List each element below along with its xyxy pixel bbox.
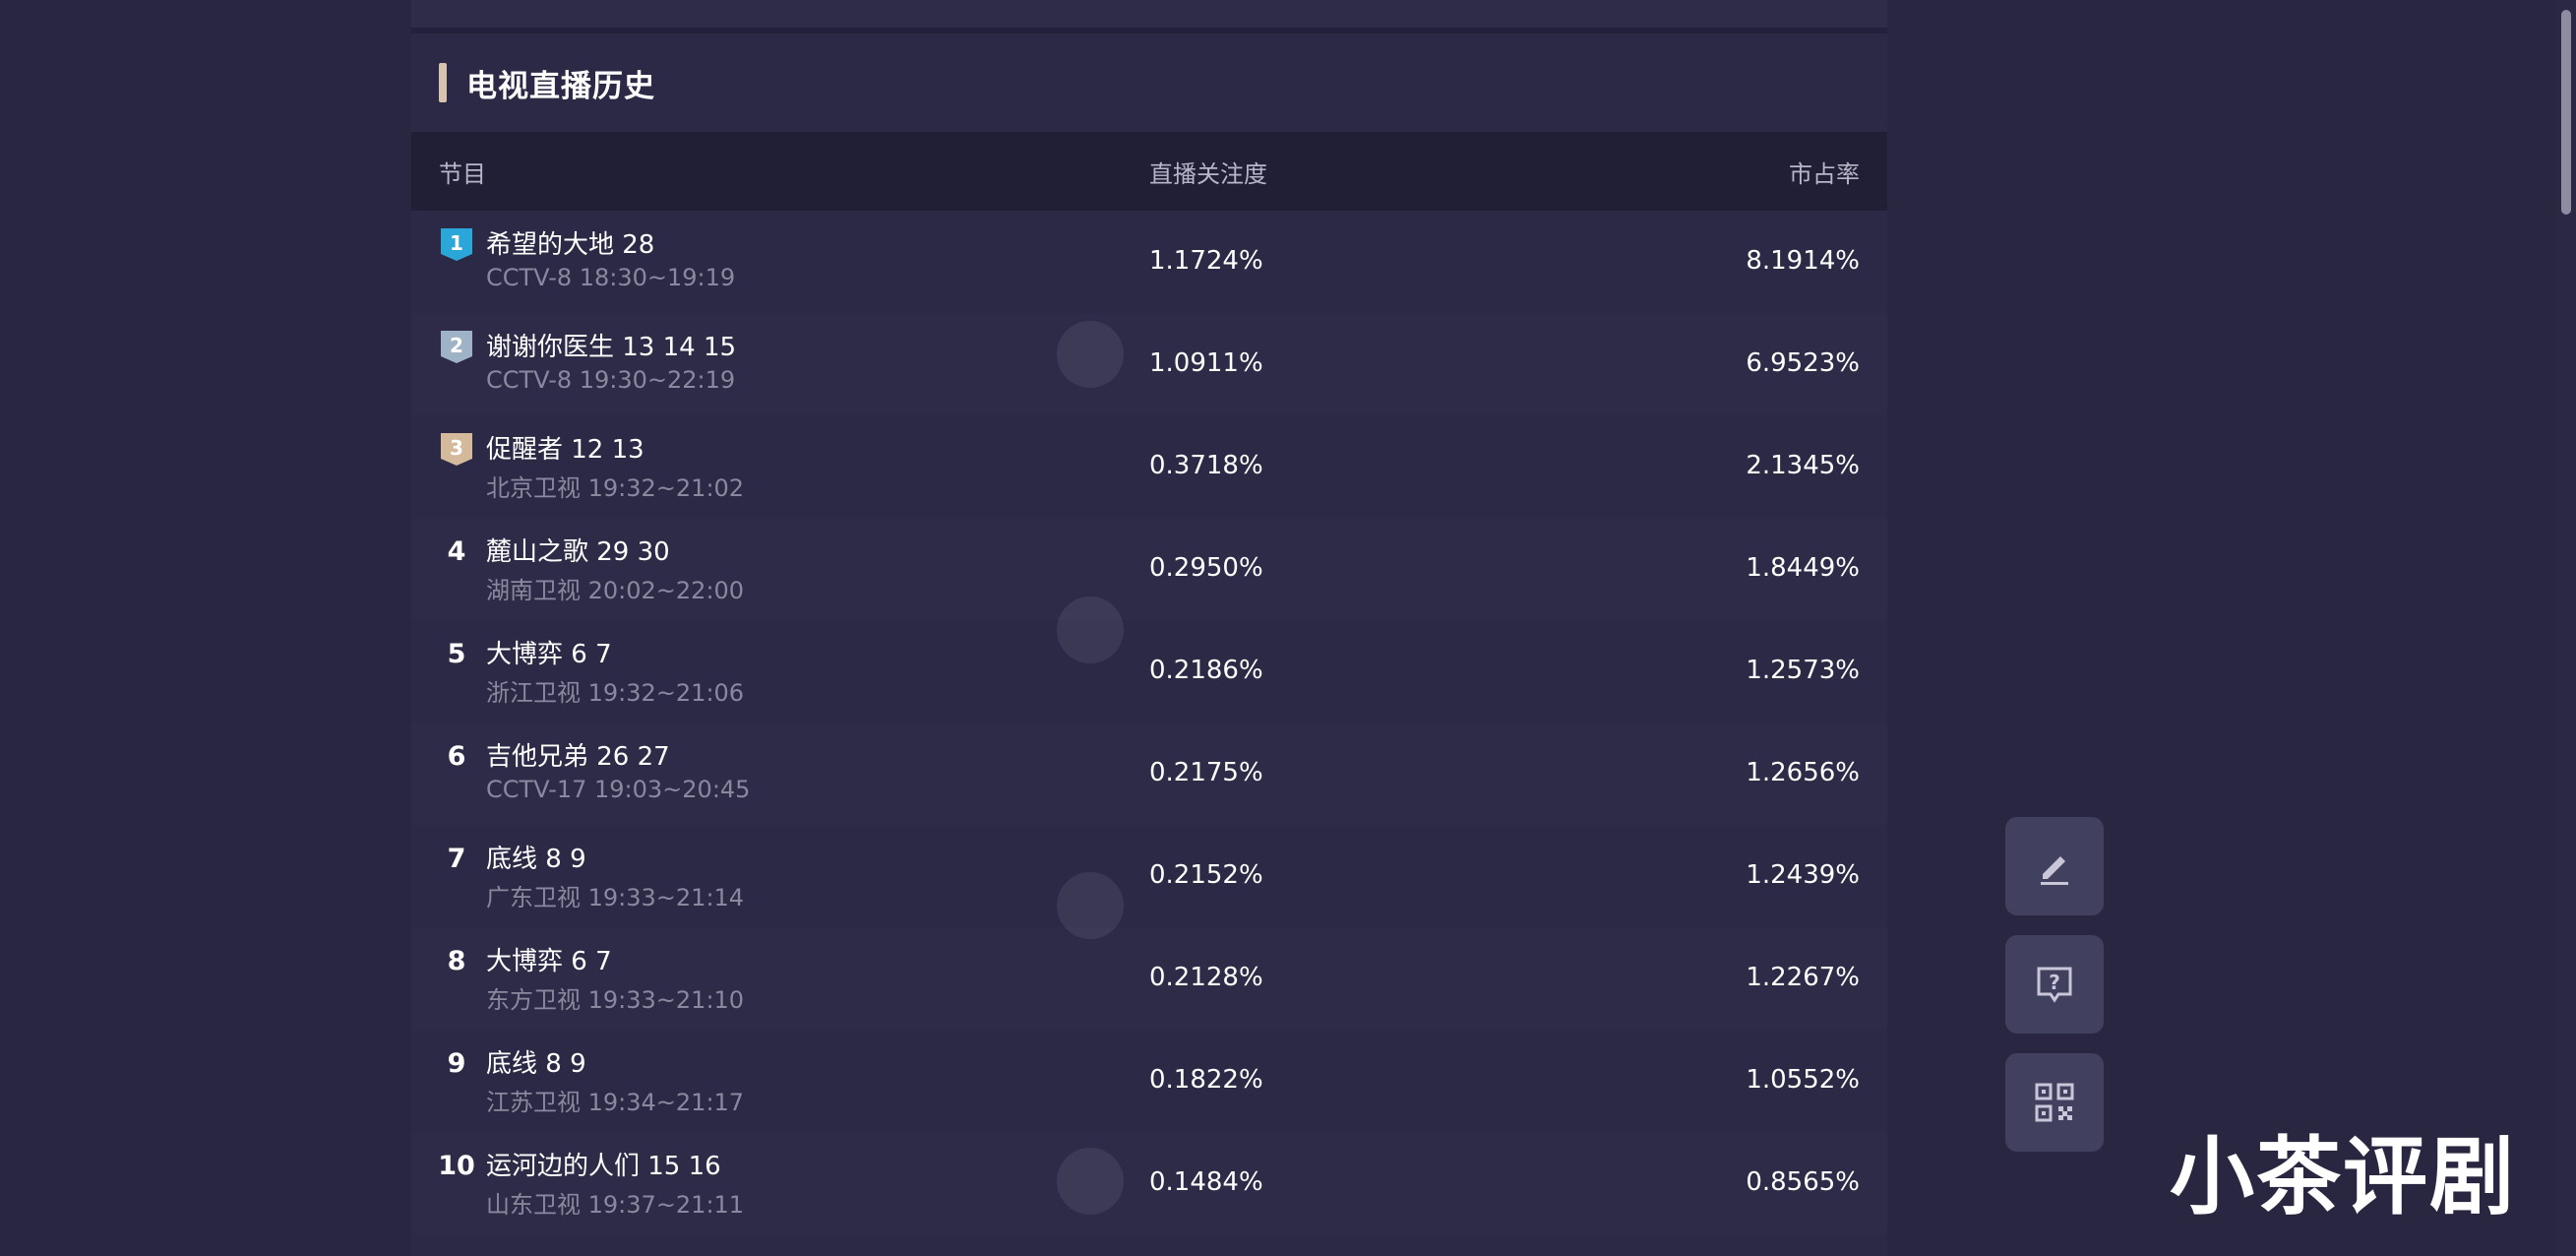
program-channel-time: 东方卫视 19:33~21:10 <box>486 986 745 1014</box>
share-value: 1.2656% <box>1746 758 1860 787</box>
table-body: 1 希望的大地 28 CCTV-8 18:30~19:19 1.1724% 8.1914… <box>411 211 1887 1234</box>
rank-medal-icon: 2 <box>439 329 474 364</box>
share-value: 1.0552% <box>1746 1065 1860 1095</box>
section-title: 电视直播历史 <box>466 68 655 104</box>
rank-number: 1 <box>450 231 463 255</box>
table-row[interactable]: 4 麓山之歌 29 30 湖南卫视 20:02~22:00 0.2950% 1.8449… <box>411 518 1887 620</box>
program-channel-time: CCTV-17 19:03~20:45 <box>486 776 751 803</box>
rank-number: 3 <box>450 436 463 460</box>
program-channel-time: 湖南卫视 20:02~22:00 <box>486 577 745 604</box>
program-channel-time: 浙江卫视 19:32~21:06 <box>486 679 745 707</box>
rank-number: 7 <box>447 843 466 874</box>
table-row[interactable]: 5 大博弈 6 7 浙江卫视 19:32~21:06 0.2186% 1.2573% <box>411 620 1887 722</box>
top-band <box>411 0 1887 33</box>
page: 电视直播历史 节目 直播关注度 市占率 1 希望的大地 28 CCTV-8 18:3… <box>0 0 2576 1256</box>
rank-medal-icon: 1 <box>439 226 474 262</box>
header-share: 市占率 <box>1789 159 1860 188</box>
share-value: 8.1914% <box>1746 246 1860 276</box>
program-channel-time: CCTV-8 18:30~19:19 <box>486 264 736 291</box>
attention-value: 0.1484% <box>1149 1167 1263 1197</box>
program-channel-time: 江苏卫视 19:34~21:17 <box>486 1089 745 1116</box>
table-row[interactable]: 9 底线 8 9 江苏卫视 19:34~21:17 0.1822% 1.0552% <box>411 1030 1887 1132</box>
scrollbar-thumb[interactable] <box>2561 10 2571 215</box>
table-header: 节目 直播关注度 市占率 <box>411 132 1887 211</box>
program-name[interactable]: 麓山之歌 29 30 <box>486 532 670 568</box>
watermark-icon <box>1057 872 1124 939</box>
qrcode-button[interactable] <box>2005 1053 2104 1152</box>
attention-value: 0.3718% <box>1149 451 1263 480</box>
feedback-button[interactable]: ? <box>2005 935 2104 1034</box>
rank-medal-icon: 3 <box>439 431 474 467</box>
brand-watermark-text: 小茶评剧 <box>2170 1128 2516 1226</box>
watermark-icon <box>1057 321 1124 388</box>
share-value: 1.2439% <box>1746 860 1860 890</box>
header-attention: 直播关注度 <box>1149 159 1267 188</box>
section-accent-bar <box>439 63 447 102</box>
program-name[interactable]: 运河边的人们 15 16 <box>486 1146 721 1182</box>
share-value: 0.8565% <box>1746 1167 1860 1197</box>
rank-number: 5 <box>447 638 466 669</box>
program-channel-time: 广东卫视 19:33~21:14 <box>486 884 745 911</box>
attention-value: 1.0911% <box>1149 348 1263 378</box>
attention-value: 0.2175% <box>1149 758 1263 787</box>
question-icon: ? <box>2037 967 2072 1003</box>
program-name[interactable]: 希望的大地 28 <box>486 224 654 261</box>
rank-number: 9 <box>447 1047 466 1079</box>
table-row[interactable]: 10 运河边的人们 15 16 山东卫视 19:37~21:11 0.1484% 0.8… <box>411 1132 1887 1234</box>
scrollbar[interactable] <box>2556 0 2576 1256</box>
program-name[interactable]: 底线 8 9 <box>486 839 586 875</box>
table-row[interactable]: 2 谢谢你医生 13 14 15 CCTV-8 19:30~22:19 1.0911%… <box>411 313 1887 415</box>
program-name[interactable]: 大博弈 6 7 <box>486 634 612 670</box>
watermark-icon <box>1057 597 1124 663</box>
share-value: 1.2573% <box>1746 656 1860 685</box>
attention-value: 0.2186% <box>1149 656 1263 685</box>
tv-live-history-table: 节目 直播关注度 市占率 1 希望的大地 28 CCTV-8 18:30~19:19… <box>411 132 1887 1234</box>
program-name[interactable]: 促醒者 12 13 <box>486 429 644 466</box>
edit-button[interactable] <box>2005 817 2104 915</box>
content-panel: 电视直播历史 节目 直播关注度 市占率 1 希望的大地 28 CCTV-8 18:3… <box>411 0 1887 1256</box>
rank-number: 8 <box>447 945 466 976</box>
table-row[interactable]: 1 希望的大地 28 CCTV-8 18:30~19:19 1.1724% 8.1914… <box>411 211 1887 313</box>
watermark-icon <box>1057 1148 1124 1215</box>
share-value: 2.1345% <box>1746 451 1860 480</box>
rank-number: 10 <box>438 1150 475 1181</box>
program-name[interactable]: 谢谢你医生 13 14 15 <box>486 327 736 363</box>
rank-number: 4 <box>447 535 466 567</box>
attention-value: 0.2152% <box>1149 860 1263 890</box>
attention-value: 0.2950% <box>1149 553 1263 583</box>
program-name[interactable]: 底线 8 9 <box>486 1043 586 1080</box>
attention-value: 0.1822% <box>1149 1065 1263 1095</box>
attention-value: 0.2128% <box>1149 963 1263 992</box>
program-channel-time: 山东卫视 19:37~21:11 <box>486 1191 745 1219</box>
svg-text:?: ? <box>2049 971 2060 994</box>
attention-value: 1.1724% <box>1149 246 1263 276</box>
table-row[interactable]: 8 大博弈 6 7 东方卫视 19:33~21:10 0.2128% 1.2267% <box>411 927 1887 1030</box>
share-value: 1.8449% <box>1746 553 1860 583</box>
program-name[interactable]: 大博弈 6 7 <box>486 941 612 977</box>
edit-icon <box>2041 856 2068 885</box>
table-row[interactable]: 7 底线 8 9 广东卫视 19:33~21:14 0.2152% 1.2439% <box>411 825 1887 927</box>
table-row[interactable]: 6 吉他兄弟 26 27 CCTV-17 19:03~20:45 0.2175% 1.2… <box>411 722 1887 825</box>
share-value: 1.2267% <box>1746 963 1860 992</box>
program-channel-time: CCTV-8 19:30~22:19 <box>486 366 736 394</box>
rank-number: 2 <box>450 334 463 357</box>
program-name[interactable]: 吉他兄弟 26 27 <box>486 736 670 773</box>
header-program: 节目 <box>439 159 486 188</box>
qrcode-icon <box>2035 1083 2074 1122</box>
section-header: 电视直播历史 <box>439 63 655 104</box>
table-row[interactable]: 3 促醒者 12 13 北京卫视 19:32~21:02 0.3718% 2.1345% <box>411 415 1887 518</box>
program-channel-time: 北京卫视 19:32~21:02 <box>486 474 745 502</box>
rank-number: 6 <box>447 740 466 772</box>
share-value: 6.9523% <box>1746 348 1860 378</box>
